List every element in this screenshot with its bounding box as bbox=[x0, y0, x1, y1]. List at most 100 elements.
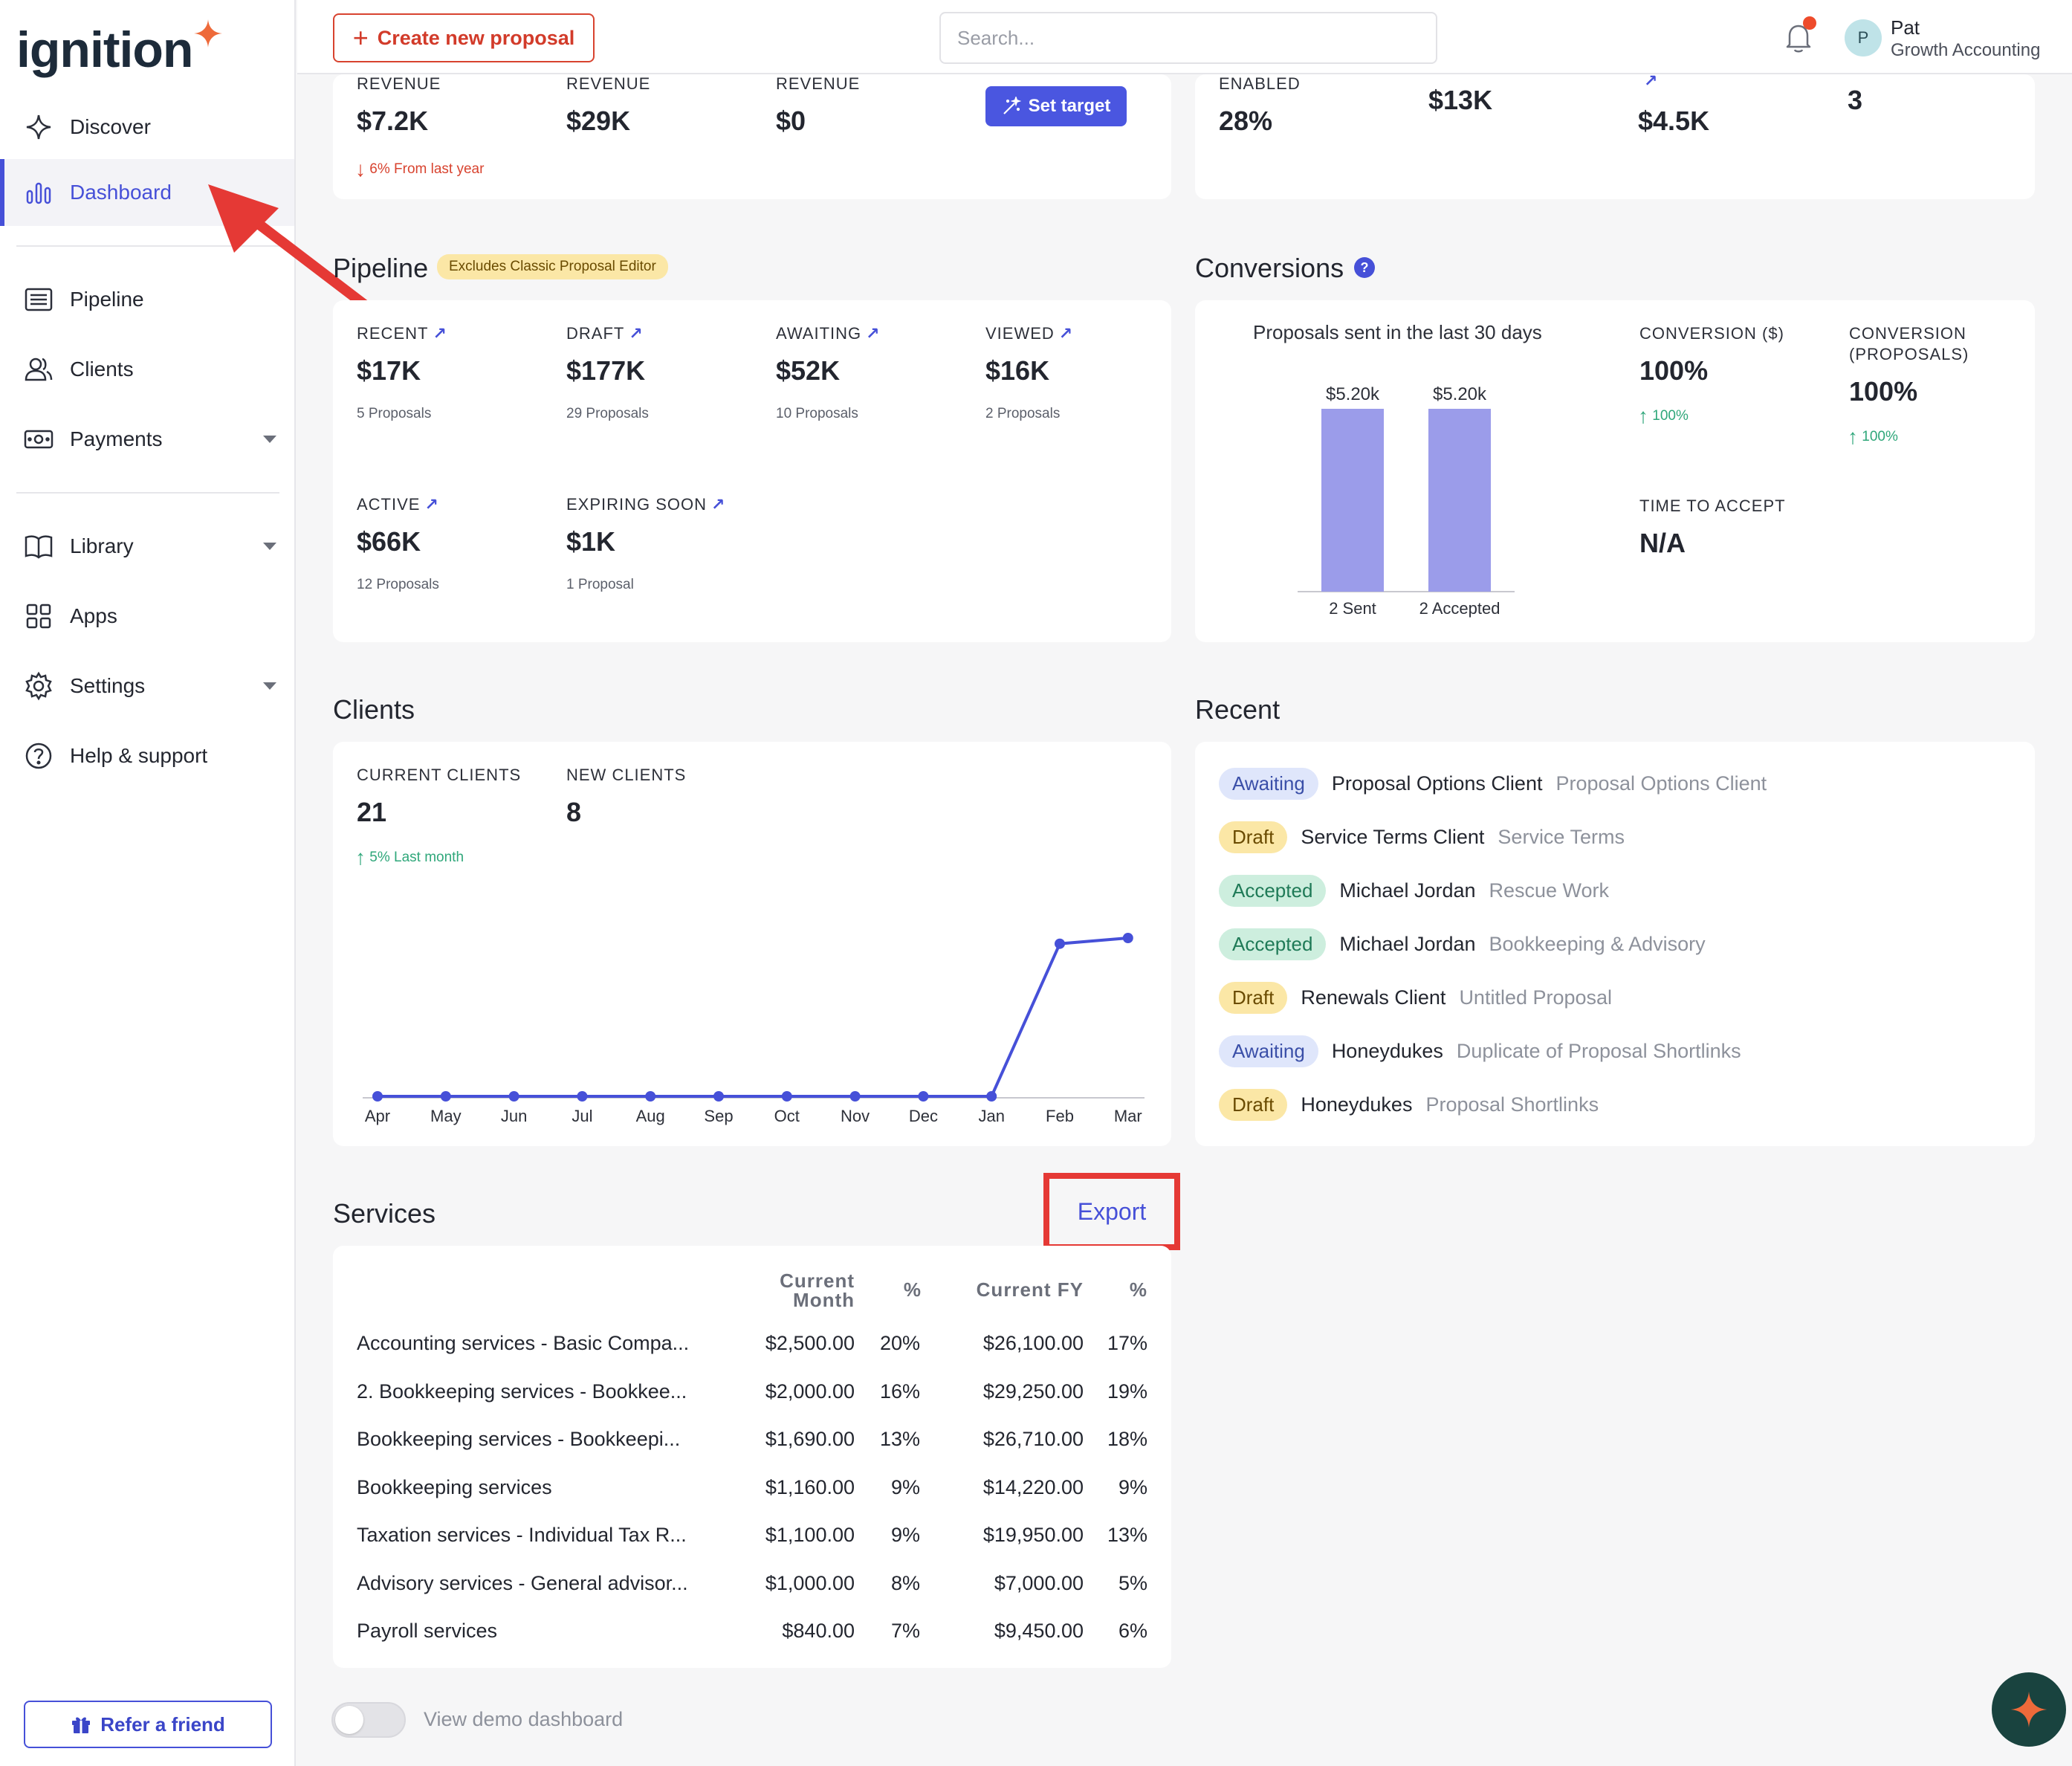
data-point[interactable] bbox=[1055, 938, 1065, 949]
recent-client-name: Service Terms Client bbox=[1301, 825, 1485, 848]
data-point[interactable] bbox=[849, 1091, 861, 1102]
data-point[interactable] bbox=[713, 1091, 724, 1102]
plus-icon: + bbox=[352, 22, 369, 53]
data-point[interactable] bbox=[781, 1091, 792, 1102]
sidebar-item-help[interactable]: Help & support bbox=[0, 722, 294, 789]
current-clients-value: 21 bbox=[357, 797, 387, 827]
revenue-value: $29K bbox=[566, 106, 631, 136]
chevron-down-icon[interactable] bbox=[263, 436, 276, 443]
pipeline-value: $1K bbox=[566, 526, 616, 557]
export-button[interactable]: Export bbox=[1043, 1173, 1180, 1250]
recent-item[interactable]: Accepted Michael Jordan Bookkeeping & Advi… bbox=[1219, 925, 1706, 963]
bar[interactable] bbox=[1428, 409, 1491, 592]
service-name: Bookkeeping services - Bookkeepi... bbox=[357, 1428, 681, 1450]
arrow-up-icon: ↑ bbox=[355, 846, 366, 869]
current-fy-value: $7,000.00 bbox=[994, 1571, 1084, 1594]
user-name[interactable]: Pat bbox=[1891, 16, 1920, 39]
current-month-percent: 13% bbox=[879, 1428, 920, 1450]
current-month-value: $840.00 bbox=[782, 1620, 855, 1642]
info-icon[interactable]: ? bbox=[1354, 257, 1375, 278]
recent-item[interactable]: Draft Renewals Client Untitled Proposal bbox=[1219, 978, 1612, 1017]
search-input[interactable] bbox=[939, 12, 1437, 64]
tick-label: Feb bbox=[1046, 1107, 1074, 1125]
data-point[interactable] bbox=[440, 1091, 451, 1102]
current-fy-value: $19,950.00 bbox=[982, 1524, 1084, 1546]
avatar[interactable]: P bbox=[1845, 19, 1882, 56]
sidebar-item-settings[interactable]: Settings bbox=[0, 653, 294, 719]
status-badge: Accepted bbox=[1219, 874, 1327, 907]
recent-item[interactable]: Awaiting Honeydukes Duplicate of Proposal … bbox=[1219, 1032, 1741, 1070]
column-header[interactable]: Month bbox=[743, 1289, 855, 1312]
sidebar-item-library[interactable]: Library bbox=[0, 513, 294, 580]
magic-wand-icon bbox=[1003, 97, 1021, 114]
sidebar-item-apps[interactable]: Apps bbox=[0, 583, 294, 650]
recent-item[interactable]: Draft Service Terms Client Service Terms bbox=[1219, 818, 1625, 856]
conversions-title: Conversions bbox=[1195, 253, 1344, 283]
current-month-percent: 8% bbox=[890, 1571, 920, 1594]
conversion-proposals-value: 100% bbox=[1849, 376, 1918, 407]
recent-client-name: Proposal Options Client bbox=[1331, 772, 1543, 795]
conversion-proposals-trend: ↑ 100% bbox=[1848, 425, 1898, 448]
create-proposal-button[interactable]: + Create new proposal bbox=[333, 13, 595, 62]
conversion-dollar-label: CONVERSION ($) bbox=[1639, 324, 1784, 343]
demo-dashboard-label: View demo dashboard bbox=[424, 1708, 624, 1730]
arrow-up-right-icon: ↗ bbox=[866, 324, 881, 343]
notification-dot bbox=[1803, 16, 1816, 30]
arrow-up-right-icon: ↗ bbox=[711, 495, 726, 514]
current-fy-percent: 6% bbox=[1118, 1620, 1147, 1642]
data-point[interactable] bbox=[577, 1091, 588, 1102]
pipeline-label: ACTIVE ↗ bbox=[357, 495, 439, 514]
series-line bbox=[378, 937, 1128, 1098]
toggle-knob bbox=[335, 1706, 363, 1734]
pipeline-badge: Excludes Classic Proposal Editor bbox=[437, 254, 668, 279]
status-badge: Draft bbox=[1219, 981, 1288, 1014]
demo-dashboard-toggle[interactable] bbox=[331, 1702, 406, 1738]
logo-star-icon bbox=[194, 19, 223, 48]
service-name: Payroll services bbox=[357, 1620, 498, 1642]
data-point[interactable] bbox=[645, 1091, 656, 1102]
data-point[interactable] bbox=[986, 1091, 997, 1102]
current-month-percent: 9% bbox=[890, 1524, 920, 1546]
recent-client-name: Michael Jordan bbox=[1339, 879, 1476, 902]
recent-item[interactable]: Awaiting Proposal Options Client Proposal … bbox=[1219, 764, 1767, 803]
revenue-label: REVENUE bbox=[357, 74, 441, 93]
set-target-button[interactable]: Set target bbox=[985, 86, 1127, 126]
pipeline-label: DRAFT ↗ bbox=[566, 324, 644, 343]
conversion-dollar-value: 100% bbox=[1639, 355, 1709, 386]
column-header[interactable]: % bbox=[855, 1278, 922, 1301]
assistant-fab[interactable] bbox=[1992, 1672, 2066, 1747]
recent-item[interactable]: Accepted Michael Jordan Rescue Work bbox=[1219, 871, 1609, 910]
ignition-logo[interactable]: ignition bbox=[16, 19, 223, 77]
arrow-down-icon: ↓ bbox=[355, 158, 366, 181]
current-month-percent: 20% bbox=[879, 1332, 920, 1354]
recent-client-name: Michael Jordan bbox=[1339, 932, 1476, 955]
sidebar-item-label: Help & support bbox=[70, 744, 208, 767]
column-header[interactable]: Current FY bbox=[936, 1278, 1084, 1301]
refer-friend-button[interactable]: Refer a friend bbox=[24, 1701, 272, 1748]
tick-label: Nov bbox=[841, 1107, 870, 1125]
current-fy-percent: 13% bbox=[1107, 1524, 1147, 1546]
tick-label: Dec bbox=[909, 1107, 938, 1125]
data-point[interactable] bbox=[918, 1091, 929, 1102]
sidebar-item-discover[interactable]: Discover bbox=[0, 94, 294, 161]
tick-label: Aug bbox=[636, 1107, 665, 1125]
data-point[interactable] bbox=[508, 1091, 519, 1102]
pipeline-count: 1 Proposal bbox=[566, 577, 634, 592]
chevron-down-icon[interactable] bbox=[263, 682, 276, 690]
revenue-trend: ↓ 6% From last year bbox=[355, 158, 484, 181]
bar[interactable] bbox=[1321, 409, 1384, 592]
sidebar-item-clients[interactable]: Clients bbox=[0, 336, 294, 403]
current-fy-value: $26,100.00 bbox=[982, 1332, 1084, 1354]
pipeline-title: Pipeline bbox=[333, 253, 429, 283]
new-clients-value: 8 bbox=[566, 797, 582, 827]
recent-item[interactable]: Draft Honeydukes Proposal Shortlinks bbox=[1219, 1085, 1599, 1124]
divider bbox=[16, 492, 279, 494]
chevron-down-icon[interactable] bbox=[263, 543, 276, 550]
sidebar-item-payments[interactable]: Payments bbox=[0, 406, 294, 473]
column-header[interactable]: % bbox=[1084, 1278, 1147, 1301]
data-point[interactable] bbox=[372, 1091, 383, 1102]
data-point[interactable] bbox=[1122, 933, 1133, 943]
services-title: Services bbox=[333, 1198, 436, 1229]
status-badge: Awaiting bbox=[1219, 767, 1318, 800]
arrow-up-right-icon: ↗ bbox=[1058, 324, 1074, 343]
